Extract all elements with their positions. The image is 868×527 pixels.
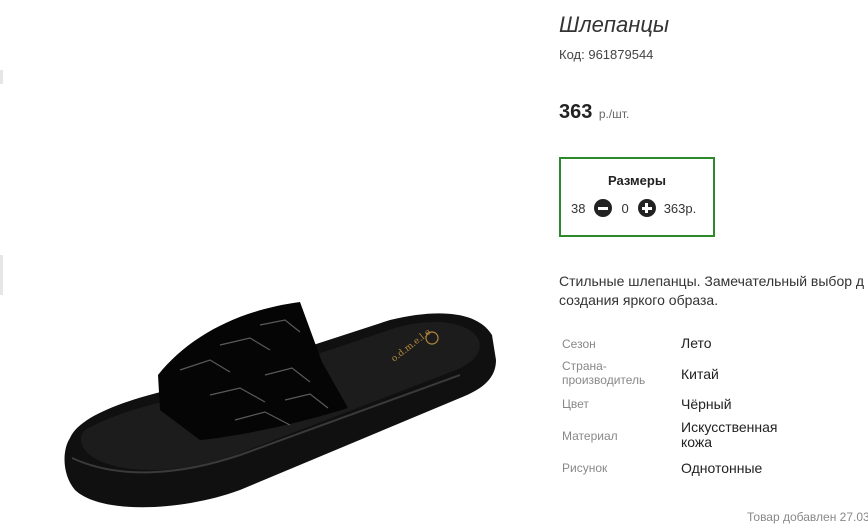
price-unit: р./шт. <box>598 107 630 121</box>
product-description: Стильные шлепанцы. Замечательный выбор д… <box>559 272 868 310</box>
gallery-edge-mark <box>0 70 3 84</box>
property-name: Сезон <box>562 337 596 351</box>
property-value: Однотонные <box>681 460 763 476</box>
added-date: Товар добавлен 27.03 <box>747 510 868 524</box>
property-value: Искусственная кожа <box>681 419 778 450</box>
product-title: Шлепанцы <box>559 12 670 37</box>
property-value: Чёрный <box>681 396 732 412</box>
product-code-label: Код: <box>559 47 585 62</box>
sizes-panel: Размеры 38 0 363р. <box>559 157 715 237</box>
property-name: Материал <box>562 429 618 443</box>
size-row: 38 0 363р. <box>571 199 696 217</box>
product-photo[interactable]: o.d.m.e.l.e <box>60 290 500 515</box>
price-value: 363 <box>559 101 593 123</box>
product-code: Код: 961879544 <box>559 47 653 62</box>
decrease-quantity-button[interactable] <box>594 199 613 217</box>
property-value: Китай <box>681 366 719 382</box>
property-name: Цвет <box>562 397 589 411</box>
sizes-title: Размеры <box>608 173 666 188</box>
property-name: Страна-производитель <box>562 359 646 387</box>
property-name: Рисунок <box>562 461 608 475</box>
product-price: 363 р./шт. <box>559 101 629 124</box>
description-line: создания яркого образа. <box>559 292 719 308</box>
quantity-value: 0 <box>621 200 629 216</box>
gallery-edge-mark <box>0 255 3 295</box>
size-label: 38 <box>571 200 586 216</box>
description-line: Стильные шлепанцы. Замечательный выбор д <box>559 273 865 289</box>
property-value: Лето <box>681 335 712 351</box>
product-code-value: 961879544 <box>588 47 654 62</box>
increase-quantity-button[interactable] <box>637 199 656 217</box>
size-price: 363р. <box>663 200 697 216</box>
minus-icon <box>598 206 609 210</box>
product-image-area: o.d.m.e.l.e <box>0 0 540 527</box>
